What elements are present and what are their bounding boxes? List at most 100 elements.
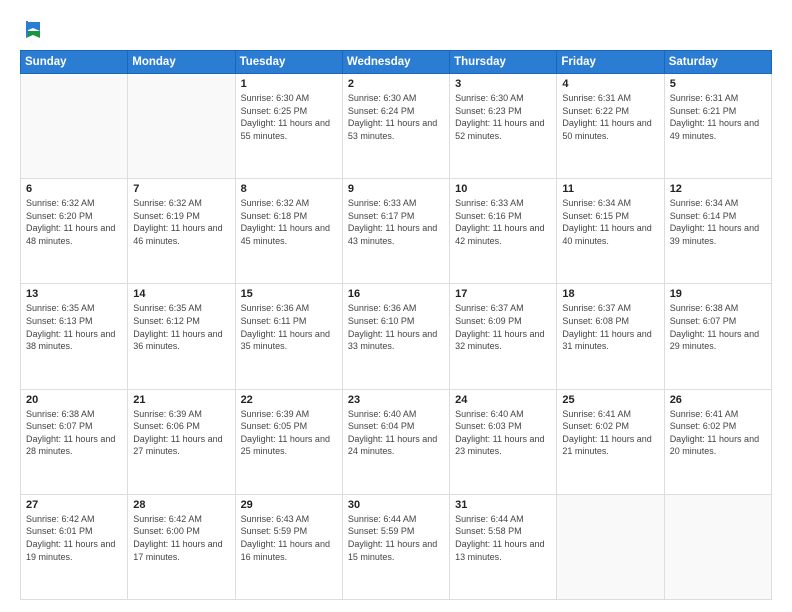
day-info: Sunrise: 6:36 AMSunset: 6:10 PMDaylight:… — [348, 302, 444, 352]
day-number: 13 — [26, 288, 122, 300]
day-number: 9 — [348, 183, 444, 195]
calendar-cell: 10 Sunrise: 6:33 AMSunset: 6:16 PMDayligh… — [450, 179, 557, 284]
day-number: 8 — [241, 183, 337, 195]
week-row-2: 6 Sunrise: 6:32 AMSunset: 6:20 PMDaylight… — [21, 179, 772, 284]
day-info: Sunrise: 6:39 AMSunset: 6:05 PMDaylight:… — [241, 408, 337, 458]
day-number: 11 — [562, 183, 658, 195]
weekday-header-wednesday: Wednesday — [342, 51, 449, 74]
day-number: 26 — [670, 394, 766, 406]
day-info: Sunrise: 6:30 AMSunset: 6:25 PMDaylight:… — [241, 92, 337, 142]
weekday-header-saturday: Saturday — [664, 51, 771, 74]
week-row-1: 1 Sunrise: 6:30 AMSunset: 6:25 PMDaylight… — [21, 74, 772, 179]
calendar-cell: 15 Sunrise: 6:36 AMSunset: 6:11 PMDayligh… — [235, 284, 342, 389]
calendar-cell: 20 Sunrise: 6:38 AMSunset: 6:07 PMDayligh… — [21, 389, 128, 494]
day-info: Sunrise: 6:37 AMSunset: 6:09 PMDaylight:… — [455, 302, 551, 352]
calendar-cell — [557, 494, 664, 599]
weekday-header-sunday: Sunday — [21, 51, 128, 74]
calendar-cell: 14 Sunrise: 6:35 AMSunset: 6:12 PMDayligh… — [128, 284, 235, 389]
calendar-cell: 25 Sunrise: 6:41 AMSunset: 6:02 PMDayligh… — [557, 389, 664, 494]
calendar-cell: 1 Sunrise: 6:30 AMSunset: 6:25 PMDaylight… — [235, 74, 342, 179]
day-number: 19 — [670, 288, 766, 300]
day-number: 23 — [348, 394, 444, 406]
calendar-cell: 28Sunrise: 6:42 AMSunset: 6:00 PMDayligh… — [128, 494, 235, 599]
calendar-cell: 12 Sunrise: 6:34 AMSunset: 6:14 PMDayligh… — [664, 179, 771, 284]
day-info: Sunrise: 6:32 AMSunset: 6:20 PMDaylight:… — [26, 197, 122, 247]
week-row-3: 13 Sunrise: 6:35 AMSunset: 6:13 PMDayligh… — [21, 284, 772, 389]
calendar-cell: 26 Sunrise: 6:41 AMSunset: 6:02 PMDayligh… — [664, 389, 771, 494]
day-number: 6 — [26, 183, 122, 195]
day-number: 15 — [241, 288, 337, 300]
calendar-cell: 8 Sunrise: 6:32 AMSunset: 6:18 PMDaylight… — [235, 179, 342, 284]
day-number: 4 — [562, 78, 658, 90]
calendar-cell — [21, 74, 128, 179]
calendar-cell: 16 Sunrise: 6:36 AMSunset: 6:10 PMDayligh… — [342, 284, 449, 389]
day-info: Sunrise: 6:35 AMSunset: 6:13 PMDaylight:… — [26, 302, 122, 352]
day-number: 29 — [241, 499, 337, 511]
day-info: Sunrise: 6:30 AMSunset: 6:23 PMDaylight:… — [455, 92, 551, 142]
day-info: Sunrise: 6:44 AMSunset: 5:59 PMDaylight:… — [348, 513, 444, 563]
calendar-cell: 18Sunrise: 6:37 AMSunset: 6:08 PMDayligh… — [557, 284, 664, 389]
calendar-cell: 31 Sunrise: 6:44 AMSunset: 5:58 PMDayligh… — [450, 494, 557, 599]
day-number: 2 — [348, 78, 444, 90]
day-number: 31 — [455, 499, 551, 511]
day-info: Sunrise: 6:35 AMSunset: 6:12 PMDaylight:… — [133, 302, 229, 352]
calendar-cell: 21 Sunrise: 6:39 AMSunset: 6:06 PMDayligh… — [128, 389, 235, 494]
calendar-cell: 3 Sunrise: 6:30 AMSunset: 6:23 PMDaylight… — [450, 74, 557, 179]
day-info: Sunrise: 6:41 AMSunset: 6:02 PMDaylight:… — [670, 408, 766, 458]
day-info: Sunrise: 6:32 AMSunset: 6:18 PMDaylight:… — [241, 197, 337, 247]
day-info: Sunrise: 6:33 AMSunset: 6:16 PMDaylight:… — [455, 197, 551, 247]
calendar-cell: 5Sunrise: 6:31 AMSunset: 6:21 PMDaylight… — [664, 74, 771, 179]
day-number: 14 — [133, 288, 229, 300]
day-info: Sunrise: 6:38 AMSunset: 6:07 PMDaylight:… — [26, 408, 122, 458]
calendar-cell: 30 Sunrise: 6:44 AMSunset: 5:59 PMDayligh… — [342, 494, 449, 599]
day-number: 24 — [455, 394, 551, 406]
day-number: 22 — [241, 394, 337, 406]
week-row-4: 20 Sunrise: 6:38 AMSunset: 6:07 PMDayligh… — [21, 389, 772, 494]
day-number: 16 — [348, 288, 444, 300]
calendar-cell — [664, 494, 771, 599]
day-info: Sunrise: 6:34 AMSunset: 6:15 PMDaylight:… — [562, 197, 658, 247]
day-number: 25 — [562, 394, 658, 406]
weekday-header-row: SundayMondayTuesdayWednesdayThursdayFrid… — [21, 51, 772, 74]
week-row-5: 27 Sunrise: 6:42 AMSunset: 6:01 PMDayligh… — [21, 494, 772, 599]
logo-text — [20, 18, 44, 40]
day-number: 18 — [562, 288, 658, 300]
logo-flag-icon — [22, 18, 44, 40]
day-info: Sunrise: 6:44 AMSunset: 5:58 PMDaylight:… — [455, 513, 551, 563]
day-number: 20 — [26, 394, 122, 406]
day-info: Sunrise: 6:39 AMSunset: 6:06 PMDaylight:… — [133, 408, 229, 458]
day-info: Sunrise: 6:41 AMSunset: 6:02 PMDaylight:… — [562, 408, 658, 458]
calendar-cell: 4 Sunrise: 6:31 AMSunset: 6:22 PMDaylight… — [557, 74, 664, 179]
day-info: Sunrise: 6:31 AMSunset: 6:21 PMDaylight:… — [670, 92, 766, 142]
day-number: 7 — [133, 183, 229, 195]
calendar-cell — [128, 74, 235, 179]
calendar-cell: 23Sunrise: 6:40 AMSunset: 6:04 PMDayligh… — [342, 389, 449, 494]
day-info: Sunrise: 6:42 AMSunset: 6:00 PMDaylight:… — [133, 513, 229, 563]
calendar-cell: 7 Sunrise: 6:32 AMSunset: 6:19 PMDaylight… — [128, 179, 235, 284]
day-number: 10 — [455, 183, 551, 195]
day-info: Sunrise: 6:32 AMSunset: 6:19 PMDaylight:… — [133, 197, 229, 247]
day-info: Sunrise: 6:30 AMSunset: 6:24 PMDaylight:… — [348, 92, 444, 142]
calendar-cell: 22 Sunrise: 6:39 AMSunset: 6:05 PMDayligh… — [235, 389, 342, 494]
day-info: Sunrise: 6:34 AMSunset: 6:14 PMDaylight:… — [670, 197, 766, 247]
day-info: Sunrise: 6:31 AMSunset: 6:22 PMDaylight:… — [562, 92, 658, 142]
calendar-cell: 6 Sunrise: 6:32 AMSunset: 6:20 PMDaylight… — [21, 179, 128, 284]
calendar-cell: 2 Sunrise: 6:30 AMSunset: 6:24 PMDaylight… — [342, 74, 449, 179]
day-number: 30 — [348, 499, 444, 511]
calendar-cell: 9Sunrise: 6:33 AMSunset: 6:17 PMDaylight… — [342, 179, 449, 284]
day-number: 3 — [455, 78, 551, 90]
day-number: 27 — [26, 499, 122, 511]
weekday-header-friday: Friday — [557, 51, 664, 74]
weekday-header-tuesday: Tuesday — [235, 51, 342, 74]
day-number: 17 — [455, 288, 551, 300]
day-number: 21 — [133, 394, 229, 406]
day-info: Sunrise: 6:42 AMSunset: 6:01 PMDaylight:… — [26, 513, 122, 563]
day-info: Sunrise: 6:43 AMSunset: 5:59 PMDaylight:… — [241, 513, 337, 563]
calendar-cell: 13 Sunrise: 6:35 AMSunset: 6:13 PMDayligh… — [21, 284, 128, 389]
day-number: 1 — [241, 78, 337, 90]
day-number: 12 — [670, 183, 766, 195]
calendar-cell: 17 Sunrise: 6:37 AMSunset: 6:09 PMDayligh… — [450, 284, 557, 389]
day-info: Sunrise: 6:36 AMSunset: 6:11 PMDaylight:… — [241, 302, 337, 352]
page: SundayMondayTuesdayWednesdayThursdayFrid… — [0, 0, 792, 612]
calendar-table: SundayMondayTuesdayWednesdayThursdayFrid… — [20, 50, 772, 600]
